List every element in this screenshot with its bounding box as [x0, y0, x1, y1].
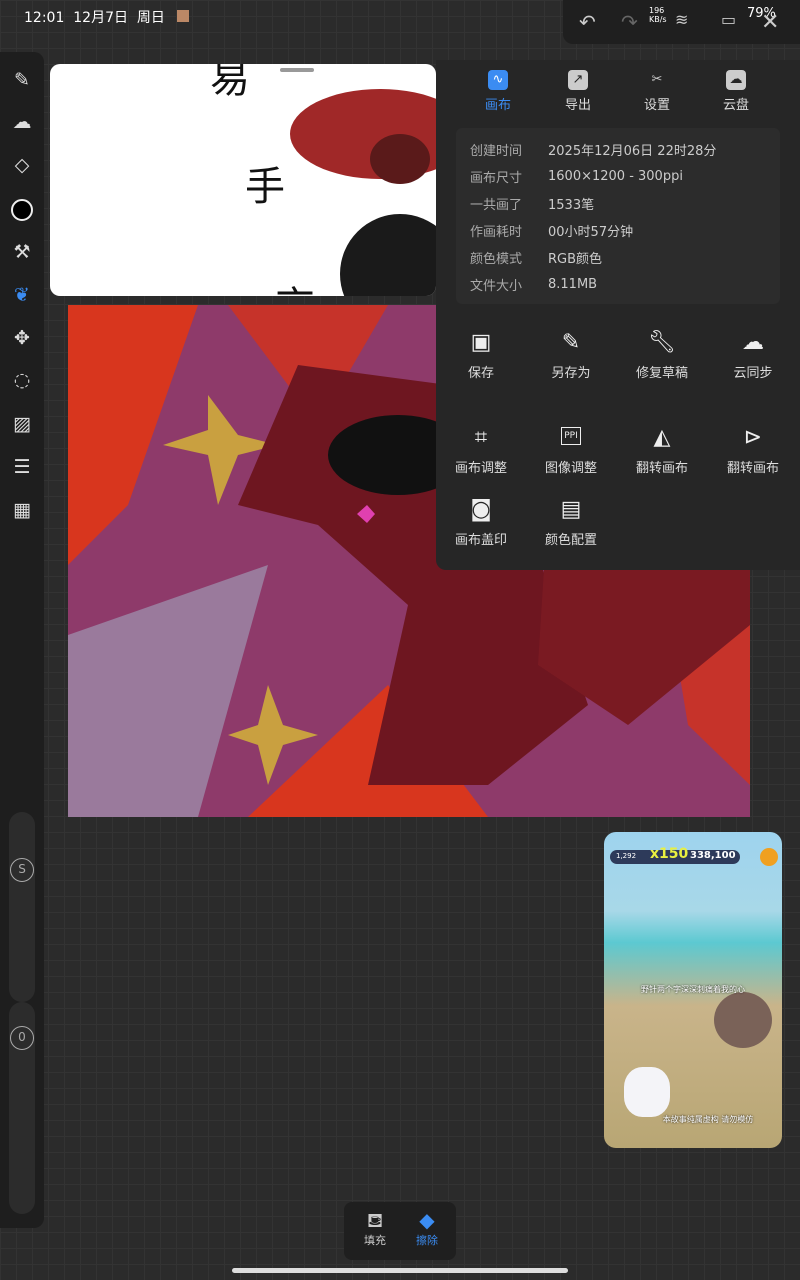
- canvas-menu-panel: ∿ 画布 ↗ 导出 ✂ 设置 ☁ 云盘 创建时间 2025年12月06日 22时28分 画…: [436, 60, 800, 570]
- wifi-icon: ≋: [675, 10, 689, 29]
- battery-icon: ▭: [721, 10, 737, 29]
- canvas-info: 创建时间 2025年12月06日 22时28分 画布尺寸 1600×1200 - 3…: [456, 128, 780, 304]
- ppi-icon: PPI: [526, 425, 616, 453]
- move-icon[interactable]: ✥: [10, 326, 34, 350]
- info-row: 文件大小 8.11MB: [470, 277, 598, 294]
- flip-vertical-button[interactable]: ⊳ 翻转画布: [708, 425, 798, 476]
- app-notification-icon: [177, 10, 190, 22]
- bottom-toolbar: ⛾ 填充 ◆ 擦除: [344, 1202, 456, 1260]
- boulder: [714, 992, 772, 1048]
- info-row: 创建时间 2025年12月06日 22时28分: [470, 144, 717, 159]
- image-adjust-button[interactable]: PPI 图像调整: [526, 425, 616, 476]
- info-row: 画布尺寸 1600×1200 - 300ppi: [470, 169, 683, 186]
- flip-vertical-icon: ⊳: [743, 425, 763, 450]
- pen-icon[interactable]: ✎: [10, 68, 34, 92]
- eraser-icon[interactable]: ◇: [10, 153, 34, 177]
- status-bar: 12:01 12月7日 周日: [0, 0, 560, 36]
- info-row: 颜色模式 RGB颜色: [470, 252, 603, 267]
- image-icon[interactable]: ▨: [10, 412, 34, 436]
- color-icon[interactable]: [10, 197, 34, 221]
- tab-export[interactable]: ↗ 导出: [538, 70, 618, 113]
- canvas-stamp-button[interactable]: ◙ 画布盖印: [436, 497, 526, 548]
- top-toolbar: ↶ ↷ 196 KB/s ≋ ▭ 79% ✕: [563, 0, 800, 44]
- flip-horizontal-button[interactable]: ◭ 翻转画布: [617, 425, 707, 476]
- layers-icon[interactable]: ▦: [10, 498, 34, 522]
- tab-settings[interactable]: ✂ 设置: [617, 70, 697, 113]
- save-icon: ▣: [470, 330, 492, 355]
- canvas-adjust-button[interactable]: ⌗ 画布调整: [436, 425, 526, 476]
- canvas-icon: ∿: [488, 70, 508, 90]
- reference-image[interactable]: 易 手 京: [50, 64, 436, 296]
- erase-button[interactable]: ◆ 擦除: [402, 1208, 452, 1248]
- tab-canvas[interactable]: ∿ 画布: [458, 70, 538, 113]
- color-config-icon: ▤: [560, 497, 582, 522]
- paint-bucket-icon: ⛾: [366, 1208, 384, 1232]
- opacity-slider[interactable]: 0: [9, 1002, 35, 1214]
- info-row: 一共画了 1533笔: [470, 198, 595, 213]
- cloud-sync-icon: ☁: [742, 330, 764, 355]
- wrench-icon: 🔧︎: [648, 330, 676, 355]
- left-toolbar: ✎ ☁ ◇ ⚒ ❦ ✥ ◌ ▨ ☰ ▦ S 0: [0, 52, 44, 1228]
- fill-button[interactable]: ⛾ 填充: [350, 1208, 400, 1248]
- layers-adjust-icon[interactable]: ☰: [10, 455, 34, 479]
- save-button[interactable]: ▣ 保存: [436, 330, 526, 381]
- redo-icon[interactable]: ↷: [621, 10, 638, 34]
- close-icon[interactable]: ✕: [761, 10, 779, 35]
- camera-icon: ◙: [470, 497, 492, 522]
- color-config-button[interactable]: ▤ 颜色配置: [526, 497, 616, 548]
- undo-icon[interactable]: ↶: [579, 10, 596, 34]
- cat-character: [624, 1067, 670, 1117]
- flip-horizontal-icon: ◭: [653, 425, 671, 450]
- brush-size-slider[interactable]: S: [9, 812, 35, 1002]
- smudge-icon[interactable]: ☁: [10, 110, 34, 134]
- export-icon: ↗: [568, 70, 588, 90]
- save-as-button[interactable]: ✎ 另存为: [526, 330, 616, 381]
- tab-cloud-disk[interactable]: ☁ 云盘: [696, 70, 776, 113]
- floating-video-window[interactable]: 1,292 x150 338,100 野针两个字深深刺痛着我的心 本故事纯属虚构…: [604, 832, 782, 1148]
- brush-settings-icon[interactable]: ⚒: [10, 240, 34, 264]
- eraser-icon: ◆: [419, 1208, 435, 1232]
- info-row: 作画耗时 00小时57分钟: [470, 225, 634, 240]
- cloud-disk-icon: ☁: [726, 70, 746, 90]
- repair-draft-button[interactable]: 🔧︎ 修复草稿: [617, 330, 707, 381]
- net-speed: 196 KB/s: [649, 6, 667, 24]
- settings-icon: ✂: [651, 72, 663, 87]
- home-indicator[interactable]: [232, 1268, 568, 1273]
- selection-icon[interactable]: ◌: [10, 368, 34, 392]
- save-as-icon: ✎: [561, 330, 581, 355]
- cloud-sync-button[interactable]: ☁ 云同步: [708, 330, 798, 381]
- lasso-icon[interactable]: ❦: [10, 283, 34, 307]
- pause-icon[interactable]: [760, 848, 778, 866]
- crop-icon: ⌗: [474, 425, 488, 450]
